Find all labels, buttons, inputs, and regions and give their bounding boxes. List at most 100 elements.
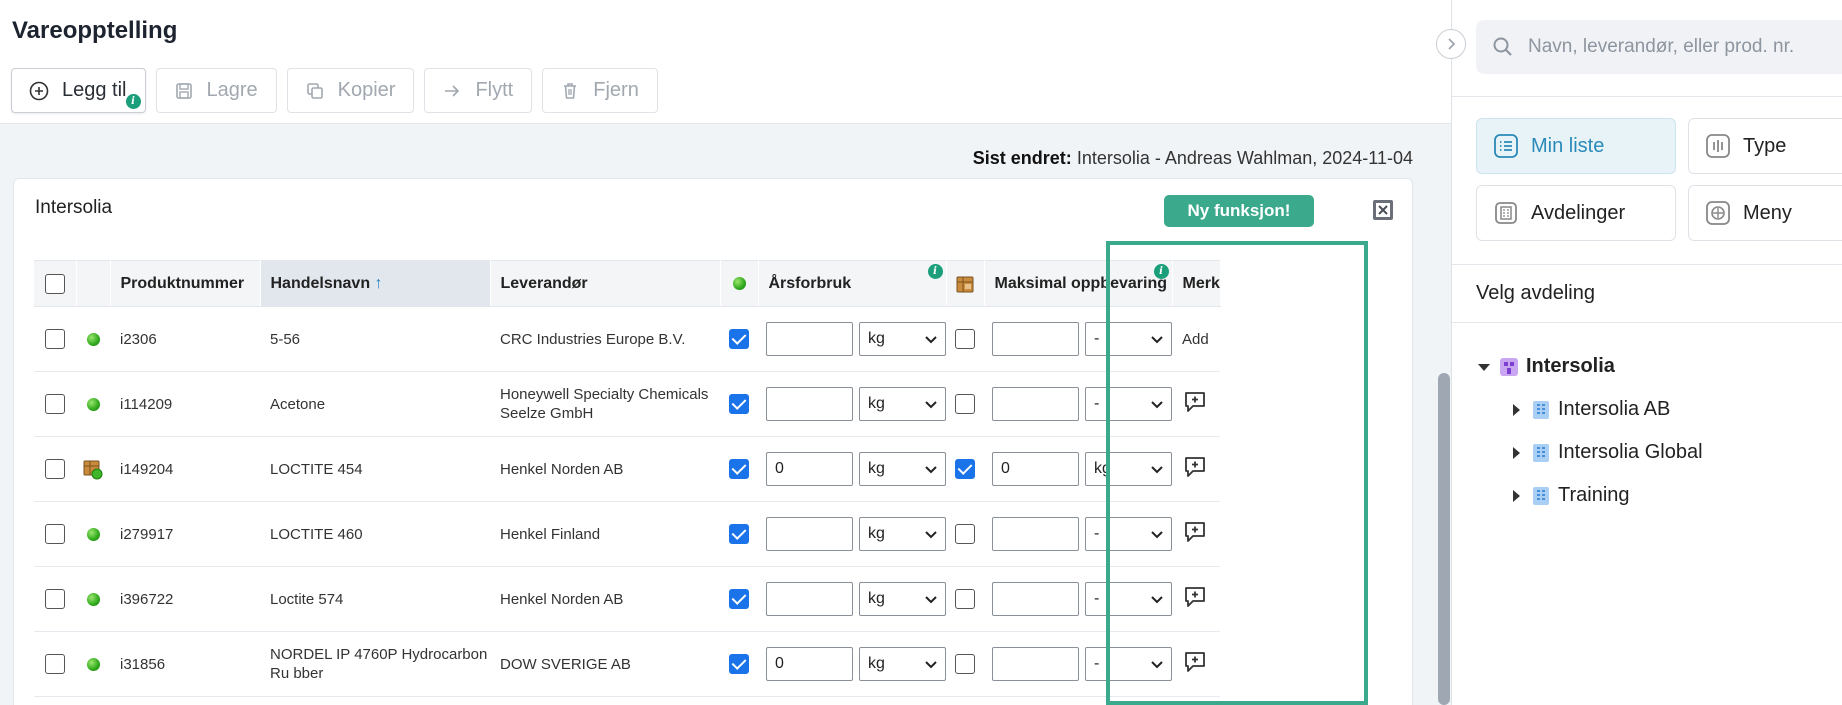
- col-annual-use[interactable]: Årsforbruk i: [758, 260, 947, 307]
- active-checkbox[interactable]: [729, 329, 749, 349]
- row-select-checkbox[interactable]: [45, 394, 65, 414]
- inventory-table: Produktnummer Handelsnavn ↑ Leverandør Å…: [34, 260, 1221, 697]
- tree-item-training[interactable]: Training: [1508, 484, 1630, 507]
- annual-unit-select[interactable]: kg: [859, 582, 946, 616]
- active-cell: [720, 372, 758, 437]
- caret-down-icon[interactable]: [1476, 359, 1492, 375]
- storage-unit-select[interactable]: -: [1085, 582, 1172, 616]
- scrollbar-thumb[interactable]: [1438, 373, 1450, 705]
- annual-use-input[interactable]: [766, 582, 853, 616]
- caret-right-icon[interactable]: [1508, 488, 1524, 504]
- excel-export-icon[interactable]: [1371, 198, 1395, 222]
- trash-icon: [559, 80, 581, 102]
- comment-add-icon[interactable]: [1182, 389, 1208, 415]
- mode-my-list-button[interactable]: Min liste: [1476, 118, 1676, 174]
- comment-add-icon[interactable]: [1182, 519, 1208, 545]
- storage-checkbox[interactable]: [955, 589, 975, 609]
- annual-use-cell: kg: [758, 567, 946, 632]
- annual-use-input[interactable]: [766, 322, 853, 356]
- annual-unit-select[interactable]: kg: [859, 387, 946, 421]
- max-storage-input[interactable]: [992, 582, 1079, 616]
- last-changed-label: Sist endret:: [972, 148, 1072, 168]
- move-button-label: Flytt: [475, 79, 514, 101]
- active-checkbox[interactable]: [729, 459, 749, 479]
- caret-right-icon[interactable]: [1508, 445, 1524, 461]
- annual-unit-select[interactable]: kg: [859, 322, 946, 356]
- package-icon: [956, 276, 974, 292]
- row-select-checkbox[interactable]: [45, 524, 65, 544]
- table-row[interactable]: i2306 5-56 CRC Industries Europe B.V. kg - Ad…: [34, 307, 1221, 372]
- green-status-icon: [86, 528, 100, 542]
- active-checkbox[interactable]: [729, 589, 749, 609]
- tree-item-intersolia-ab[interactable]: Intersolia AB: [1508, 398, 1670, 421]
- storage-checkbox[interactable]: [955, 329, 975, 349]
- mode-type-button[interactable]: Type: [1688, 118, 1842, 174]
- col-product-number[interactable]: Produktnummer: [110, 260, 261, 307]
- collapse-sidebar-button[interactable]: [1436, 29, 1466, 59]
- col-supplier[interactable]: Leverandør: [490, 260, 721, 307]
- chevron-down-icon: [925, 531, 937, 539]
- caret-right-icon[interactable]: [1508, 402, 1524, 418]
- table-row[interactable]: i149204 LOCTITE 454 Henkel Norden AB 0 kg 0 kg: [34, 437, 1221, 502]
- col-max-storage[interactable]: Maksimal oppbevaring i: [984, 260, 1173, 307]
- max-storage-input[interactable]: [992, 517, 1079, 551]
- search-input[interactable]: [1528, 36, 1828, 58]
- storage-unit-select[interactable]: -: [1085, 647, 1172, 681]
- max-storage-input[interactable]: [992, 387, 1079, 421]
- mode-departments-button[interactable]: Avdelinger: [1476, 185, 1676, 241]
- annual-use-input[interactable]: 0: [766, 647, 853, 681]
- storage-checkbox[interactable]: [955, 459, 975, 479]
- storage-checkbox[interactable]: [955, 394, 975, 414]
- comment-add-icon[interactable]: [1182, 649, 1208, 675]
- save-button[interactable]: Lagre: [155, 68, 277, 113]
- annual-use-input[interactable]: [766, 387, 853, 421]
- search-box: [1476, 20, 1842, 74]
- tree-item-intersolia[interactable]: Intersolia: [1476, 355, 1615, 378]
- annual-use-input[interactable]: 0: [766, 452, 853, 486]
- storage-checkbox[interactable]: [955, 654, 975, 674]
- storage-unit-select[interactable]: kg: [1085, 452, 1172, 486]
- tree-item-intersolia-global[interactable]: Intersolia Global: [1508, 441, 1703, 464]
- table-row[interactable]: i114209 Acetone Honeywell Specialty Chemic…: [34, 372, 1221, 437]
- remove-button[interactable]: Fjern: [542, 68, 658, 113]
- comment-add-icon[interactable]: [1182, 584, 1208, 610]
- add-remark-link[interactable]: Add: [1182, 331, 1209, 348]
- comment-add-icon[interactable]: [1182, 454, 1208, 480]
- annual-unit-select[interactable]: kg: [859, 647, 946, 681]
- col-remarks[interactable]: Merk: [1172, 260, 1221, 307]
- col-trade-name[interactable]: Handelsnavn ↑: [260, 260, 491, 307]
- table-row[interactable]: i31856 NORDEL IP 4760P Hydrocarbon Ru bbe…: [34, 632, 1221, 697]
- table-row[interactable]: i279917 LOCTITE 460 Henkel Finland kg -: [34, 502, 1221, 567]
- select-all-checkbox[interactable]: [44, 273, 65, 294]
- green-status-icon: [86, 593, 100, 607]
- storage-unit-select[interactable]: -: [1085, 387, 1172, 421]
- annual-unit-select[interactable]: kg: [859, 452, 946, 486]
- annual-unit-select[interactable]: kg: [859, 517, 946, 551]
- storage-unit-select[interactable]: -: [1085, 322, 1172, 356]
- row-select-checkbox[interactable]: [45, 459, 65, 479]
- new-feature-button[interactable]: Ny funksjon!: [1164, 195, 1314, 227]
- col-annual-use-label: Årsforbruk: [768, 274, 852, 292]
- mode-my-list-label: Min liste: [1531, 134, 1605, 157]
- max-storage-input[interactable]: 0: [992, 452, 1079, 486]
- copy-button[interactable]: Kopier: [286, 68, 415, 113]
- max-storage-cell: -: [984, 307, 1172, 372]
- add-button[interactable]: Legg til i: [11, 68, 146, 113]
- active-checkbox[interactable]: [729, 524, 749, 544]
- row-select-checkbox[interactable]: [45, 654, 65, 674]
- row-select-checkbox[interactable]: [45, 589, 65, 609]
- move-button[interactable]: Flytt: [424, 68, 533, 113]
- storage-unit-select[interactable]: -: [1085, 517, 1172, 551]
- row-select-checkbox[interactable]: [45, 329, 65, 349]
- mode-menu-button[interactable]: Meny: [1688, 185, 1842, 241]
- max-storage-input[interactable]: [992, 322, 1079, 356]
- remark-cell: [1172, 502, 1220, 567]
- annual-use-input[interactable]: [766, 517, 853, 551]
- table-row[interactable]: i396722 Loctite 574 Henkel Norden AB kg -: [34, 567, 1221, 632]
- storage-checkbox[interactable]: [955, 524, 975, 544]
- trade-name-cell: 5-56: [270, 330, 301, 348]
- active-checkbox[interactable]: [729, 394, 749, 414]
- max-storage-input[interactable]: [992, 647, 1079, 681]
- supplier-cell: Henkel Norden AB: [500, 590, 624, 608]
- active-checkbox[interactable]: [729, 654, 749, 674]
